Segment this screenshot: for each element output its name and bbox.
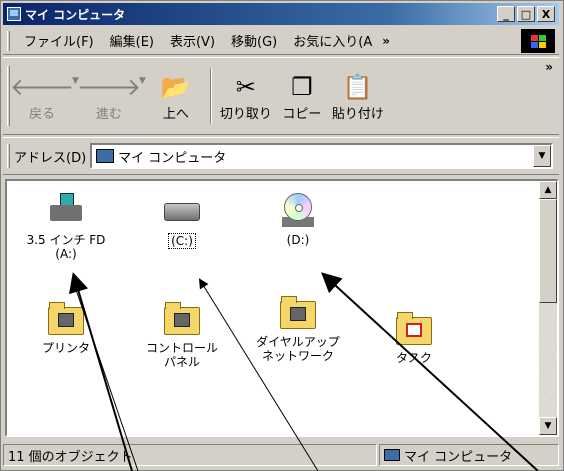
vertical-scrollbar[interactable]: ▲ ▼ (539, 181, 557, 435)
drive-a-item[interactable]: 3.5 インチ FD (A:) (21, 191, 111, 262)
copy-label: コピー (282, 106, 322, 122)
forward-dropdown-icon[interactable]: ▼ (139, 76, 146, 86)
menu-view[interactable]: 表示(V) (162, 31, 223, 50)
title-bar[interactable]: マイ コンピュータ _ □ X (3, 3, 559, 25)
status-location: マイ コンピュータ (379, 444, 559, 466)
hard-drive-icon (162, 191, 202, 231)
address-label: アドレス(D) (14, 150, 87, 166)
dialup-networking-item[interactable]: ダイヤルアップ ネットワーク (253, 293, 343, 364)
my-computer-icon (384, 449, 400, 461)
toolbar-chevron[interactable]: » (545, 60, 553, 74)
my-computer-icon (96, 149, 115, 163)
file-view: 3.5 インチ FD (A:) (C:) (D:) プリンタ コントロール パネ… (5, 179, 559, 437)
windows-logo-icon (521, 29, 555, 53)
control-panel-folder-icon (162, 299, 202, 339)
scroll-down-button[interactable]: ▼ (539, 417, 557, 435)
window-controls: _ □ X (497, 6, 555, 22)
tasks-folder-icon (394, 309, 434, 349)
address-field[interactable]: マイ コンピュータ ▼ (90, 143, 553, 169)
status-location-label: マイ コンピュータ (404, 449, 513, 465)
standard-toolbar: 🡐 戻る ▼ 🡒 進む ▼ 📂 上へ ✂ 切り取り ❐ コピー 📋 貼り付け » (3, 57, 559, 135)
printers-item[interactable]: プリンタ (21, 299, 111, 355)
menu-favorites[interactable]: お気に入り(A (285, 31, 380, 50)
minimize-button[interactable]: _ (497, 6, 515, 22)
drive-c-item[interactable]: (C:) (137, 191, 227, 250)
copy-button[interactable]: ❐ コピー (274, 71, 330, 122)
back-button[interactable]: 🡐 戻る (10, 71, 74, 122)
up-button[interactable]: 📂 上へ (148, 71, 204, 122)
paste-button[interactable]: 📋 貼り付け (330, 71, 386, 122)
drive-d-label: (D:) (286, 233, 310, 247)
drive-a-label: 3.5 インチ FD (A:) (26, 233, 106, 262)
scroll-thumb[interactable] (539, 199, 557, 303)
forward-arrow-icon: 🡒 (76, 73, 142, 101)
cut-button[interactable]: ✂ 切り取り (218, 71, 274, 122)
dialup-label: ダイヤルアップ ネットワーク (256, 335, 340, 364)
menu-bar: ファイル(F) 編集(E) 表示(V) 移動(G) お気に入り(A » (3, 27, 559, 55)
status-bar: 11 個のオブジェクト マイ コンピュータ (3, 441, 559, 469)
printers-label: プリンタ (41, 341, 90, 355)
menu-edit[interactable]: 編集(E) (102, 31, 162, 50)
dialup-folder-icon (278, 293, 318, 333)
paste-label: 貼り付け (331, 106, 384, 122)
menu-go[interactable]: 移動(G) (223, 31, 285, 50)
back-arrow-icon: 🡐 (9, 73, 75, 101)
paste-icon: 📋 (342, 72, 373, 101)
maximize-button[interactable]: □ (517, 6, 535, 22)
scroll-up-button[interactable]: ▲ (539, 181, 557, 199)
control-panel-item[interactable]: コントロール パネル (137, 299, 227, 370)
floppy-drive-icon (46, 191, 86, 231)
scissors-icon: ✂ (235, 72, 256, 101)
address-grip[interactable] (7, 144, 10, 168)
scheduled-tasks-item[interactable]: タスク (369, 309, 459, 365)
control-panel-label: コントロール パネル (145, 341, 218, 370)
forward-label: 進む (95, 106, 122, 122)
drive-d-item[interactable]: (D:) (253, 191, 343, 247)
cd-drive-icon (278, 191, 318, 231)
address-bar: アドレス(D) マイ コンピュータ ▼ (3, 137, 559, 175)
cut-label: 切り取り (219, 106, 272, 122)
object-count: 11 個のオブジェクト (3, 444, 377, 466)
printers-folder-icon (46, 299, 86, 339)
copy-icon: ❐ (291, 72, 313, 101)
up-label: 上へ (162, 106, 189, 122)
tasks-label: タスク (395, 351, 432, 365)
close-button[interactable]: X (537, 6, 555, 22)
menu-grip[interactable] (7, 30, 10, 51)
drive-c-label: (C:) (168, 233, 196, 250)
address-value: マイ コンピュータ (118, 150, 227, 166)
address-dropdown-button[interactable]: ▼ (533, 145, 551, 167)
forward-button[interactable]: 🡒 進む (77, 71, 141, 122)
my-computer-icon (7, 7, 21, 21)
menu-chevron[interactable]: » (382, 34, 390, 48)
explorer-window: マイ コンピュータ _ □ X ファイル(F) 編集(E) 表示(V) 移動(G… (0, 0, 564, 471)
window-title: マイ コンピュータ (25, 7, 126, 22)
toolbar-separator (209, 68, 212, 124)
up-folder-icon: 📂 (160, 72, 191, 101)
back-label: 戻る (28, 106, 55, 122)
menu-file[interactable]: ファイル(F) (16, 31, 102, 50)
